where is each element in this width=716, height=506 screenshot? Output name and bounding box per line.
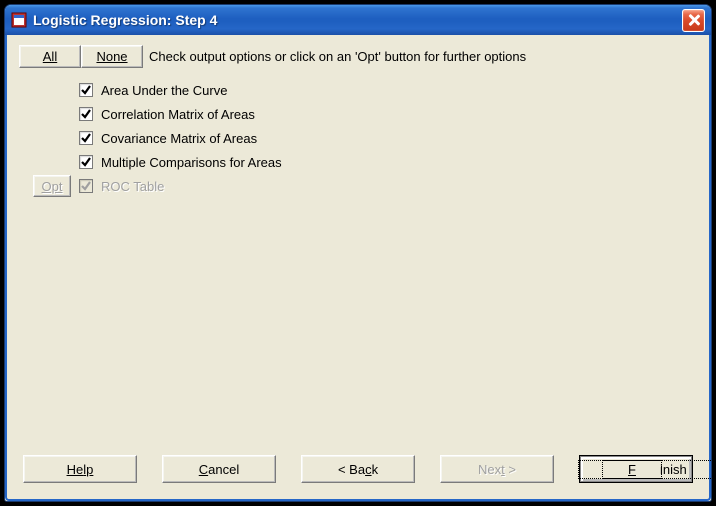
close-icon <box>688 14 700 26</box>
back-button[interactable]: < Back <box>301 455 415 483</box>
checkbox <box>79 179 93 193</box>
window-title: Logistic Regression: Step 4 <box>33 12 682 28</box>
titlebar[interactable]: Logistic Regression: Step 4 <box>5 5 711 35</box>
checkbox[interactable] <box>79 155 93 169</box>
dialog-window: Logistic Regression: Step 4 All None Che… <box>4 4 712 502</box>
checkbox[interactable] <box>79 131 93 145</box>
none-button[interactable]: None <box>81 45 143 68</box>
all-button[interactable]: All <box>19 45 81 68</box>
option-row: OptROC Table <box>79 174 697 198</box>
cancel-button[interactable]: Cancel <box>162 455 276 483</box>
option-label: Multiple Comparisons for Areas <box>101 155 282 170</box>
option-row: Covariance Matrix of Areas <box>79 126 697 150</box>
option-label: Correlation Matrix of Areas <box>101 107 255 122</box>
option-label: Covariance Matrix of Areas <box>101 131 257 146</box>
option-row: Area Under the Curve <box>79 78 697 102</box>
option-label: ROC Table <box>101 179 164 194</box>
option-row: Multiple Comparisons for Areas <box>79 150 697 174</box>
select-toolbar: All None Check output options or click o… <box>19 45 697 68</box>
help-button[interactable]: Help <box>23 455 137 483</box>
finish-button[interactable]: Finish <box>579 455 693 483</box>
checkbox[interactable] <box>79 107 93 121</box>
opt-button: Opt <box>33 175 71 197</box>
client-area: All None Check output options or click o… <box>5 35 711 501</box>
options-list: Area Under the Curve Correlation Matrix o… <box>79 78 697 198</box>
next-button: Next > <box>440 455 554 483</box>
button-bar: Help Cancel < Back Next > Finish <box>7 455 709 499</box>
option-row: Correlation Matrix of Areas <box>79 102 697 126</box>
content-area: All None Check output options or click o… <box>7 35 709 455</box>
close-button[interactable] <box>682 9 705 32</box>
instruction-text: Check output options or click on an 'Opt… <box>149 49 526 64</box>
app-icon <box>11 12 27 28</box>
checkbox[interactable] <box>79 83 93 97</box>
option-label: Area Under the Curve <box>101 83 227 98</box>
